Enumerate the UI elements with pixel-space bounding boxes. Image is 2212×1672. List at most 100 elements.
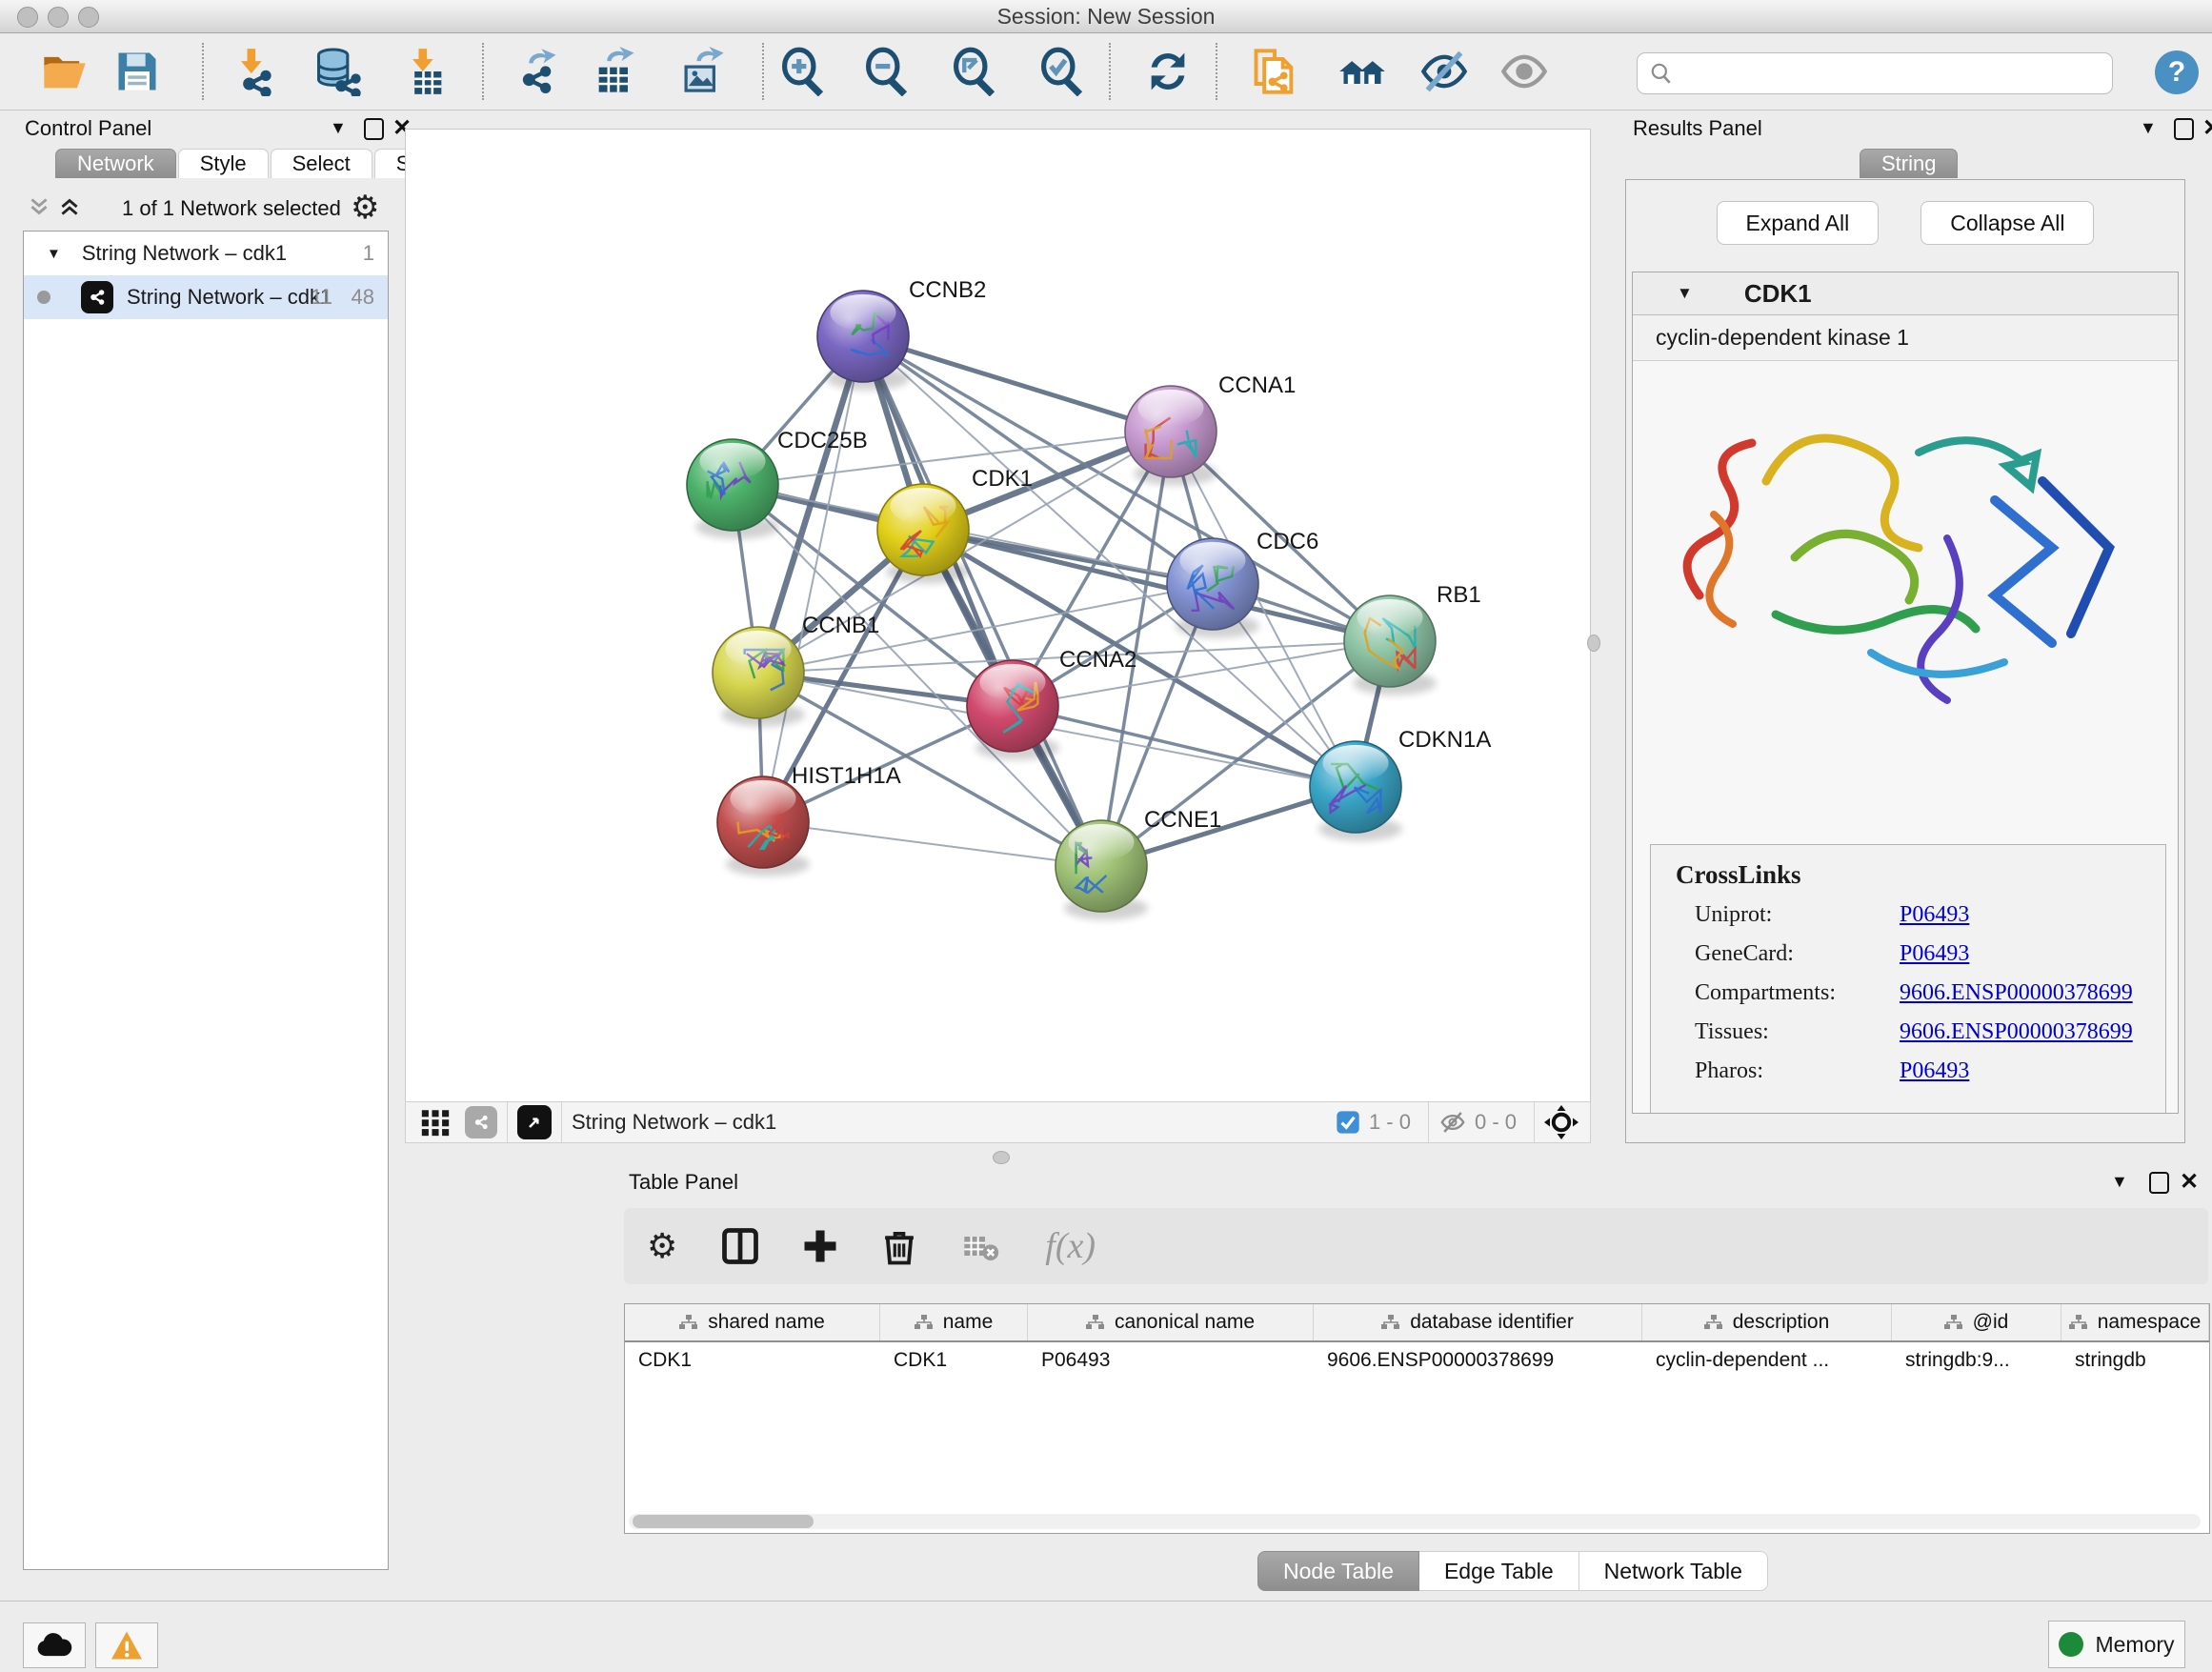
- column-header--id[interactable]: @id: [1892, 1304, 2061, 1340]
- tab-node-table[interactable]: Node Table: [1257, 1551, 1419, 1591]
- expand-all-networks-icon[interactable]: [27, 194, 51, 219]
- tab-edge-table[interactable]: Edge Table: [1419, 1551, 1579, 1591]
- hidden-eye-icon[interactable]: [1438, 1108, 1467, 1137]
- memory-button[interactable]: Memory: [2048, 1621, 2185, 1668]
- network-edge[interactable]: [863, 336, 1171, 432]
- tab-network-table[interactable]: Network Table: [1579, 1551, 1768, 1591]
- column-header-canonical-name[interactable]: canonical name: [1028, 1304, 1314, 1340]
- refresh-view-icon[interactable]: [1143, 47, 1193, 96]
- scrollbar-thumb[interactable]: [633, 1515, 814, 1528]
- network-edge[interactable]: [763, 336, 863, 822]
- table-panel-float-icon[interactable]: [2149, 1172, 2169, 1194]
- delete-column-trash-icon[interactable]: [879, 1226, 919, 1266]
- control-panel-collapse-icon[interactable]: ▼: [330, 118, 347, 138]
- node-label-cdc25b: CDC25B: [777, 428, 868, 453]
- crosslink-link[interactable]: P06493: [1900, 902, 1969, 928]
- create-column-plus-icon[interactable]: [799, 1225, 841, 1267]
- results-panel-collapse-icon[interactable]: ▼: [2140, 118, 2157, 138]
- entry-expander-icon[interactable]: ▼: [1677, 284, 1693, 303]
- table-panel-close-icon[interactable]: ✕: [2180, 1168, 2199, 1196]
- save-session-icon[interactable]: [112, 47, 162, 96]
- tab-style[interactable]: Style: [178, 149, 269, 178]
- table-options-gear-icon[interactable]: ⚙: [647, 1226, 677, 1266]
- control-panel-float-icon[interactable]: [364, 118, 384, 140]
- network-node-count: 11: [311, 285, 332, 310]
- table-header-row: shared namenamecanonical namedatabase id…: [625, 1304, 2209, 1342]
- tree-expander-icon[interactable]: ▼: [47, 246, 61, 262]
- table-panel-collapse-icon[interactable]: ▼: [2111, 1172, 2128, 1192]
- table-cell: 9606.ENSP00000378699: [1314, 1342, 1642, 1379]
- zoom-fit-icon[interactable]: [949, 47, 998, 96]
- zoom-in-icon[interactable]: [777, 47, 827, 96]
- zoom-selected-icon[interactable]: [1036, 47, 1086, 96]
- tab-string[interactable]: String: [1860, 149, 1958, 178]
- column-header-shared-name[interactable]: shared name: [625, 1304, 880, 1340]
- network-options-gear-icon[interactable]: ⚙: [351, 189, 379, 227]
- network-node-cdkn1a[interactable]: CDKN1A: [1310, 727, 1491, 841]
- network-node-cdc6[interactable]: CDC6: [1167, 529, 1318, 638]
- zoom-out-icon[interactable]: [861, 47, 911, 96]
- search-input[interactable]: [1674, 61, 2087, 86]
- import-table-file-icon[interactable]: [400, 47, 450, 96]
- selected-checkbox-icon[interactable]: [1335, 1109, 1361, 1136]
- collapse-all-button[interactable]: Collapse All: [1920, 201, 2094, 245]
- grid-view-icon[interactable]: [419, 1106, 452, 1138]
- tab-network[interactable]: Network: [55, 149, 176, 178]
- open-session-icon[interactable]: [40, 47, 90, 96]
- network-node-ccnb1[interactable]: CCNB1: [713, 613, 879, 727]
- crosslink-link[interactable]: P06493: [1900, 941, 1969, 967]
- show-selected-icon[interactable]: [1499, 47, 1549, 96]
- column-header-description[interactable]: description: [1642, 1304, 1892, 1340]
- node-details-header[interactable]: ▼ CDK1: [1633, 272, 2178, 315]
- network-canvas[interactable]: CCNB2CCNA1CDC25BCDK1CDC6RB1CCNB1CCNA2CDK…: [405, 129, 1591, 1102]
- crosslink-link[interactable]: P06493: [1900, 1058, 1969, 1084]
- column-header-namespace[interactable]: namespace: [2061, 1304, 2209, 1340]
- warning-status-button[interactable]: [95, 1622, 158, 1668]
- collapse-all-networks-icon[interactable]: [57, 194, 82, 219]
- column-header-name[interactable]: name: [880, 1304, 1028, 1340]
- export-network-icon[interactable]: [513, 47, 562, 96]
- network-badge-icon[interactable]: [465, 1106, 497, 1138]
- network-node-hist1h1a[interactable]: HIST1H1A: [717, 763, 901, 876]
- node-details-card: ▼ CDK1 cyclin-dependent kinase 1: [1632, 272, 2179, 1114]
- crosslink-link[interactable]: 9606.ENSP00000378699: [1900, 1019, 2133, 1045]
- node-label-cdk1: CDK1: [972, 466, 1033, 492]
- delete-table-icon[interactable]: [961, 1227, 999, 1265]
- network-collection-row[interactable]: ▼ String Network – cdk1 1: [24, 232, 388, 275]
- crosslink-row: Uniprot:P06493: [1651, 896, 2165, 935]
- table-horizontal-scrollbar[interactable]: [629, 1514, 2201, 1529]
- function-builder-icon[interactable]: f(x): [1045, 1225, 1096, 1267]
- help-button[interactable]: ?: [2155, 50, 2199, 94]
- network-row[interactable]: String Network – cdk1 11 48: [24, 275, 388, 319]
- column-header-database-identifier[interactable]: database identifier: [1314, 1304, 1642, 1340]
- results-panel-close-icon[interactable]: ✕: [2202, 114, 2212, 142]
- table-row[interactable]: CDK1CDK1P064939606.ENSP00000378699cyclin…: [625, 1342, 2209, 1379]
- import-network-file-icon[interactable]: [229, 47, 278, 96]
- tab-select[interactable]: Select: [271, 149, 372, 178]
- search-field[interactable]: [1637, 52, 2113, 94]
- network-node-rb1[interactable]: RB1: [1344, 582, 1481, 695]
- protein-structure-image: [1633, 367, 2179, 748]
- import-network-database-icon[interactable]: [312, 47, 362, 96]
- horizontal-splitter-handle[interactable]: [993, 1151, 1010, 1164]
- toolbar-separator: [202, 43, 204, 100]
- clone-network-icon[interactable]: [1250, 47, 1299, 96]
- results-panel-float-icon[interactable]: [2174, 118, 2194, 140]
- network-edge[interactable]: [1013, 706, 1356, 787]
- node-label-rb1: RB1: [1437, 582, 1481, 608]
- fit-selected-crosshair-icon[interactable]: [1544, 1105, 1579, 1139]
- network-node-ccnb2[interactable]: CCNB2: [817, 277, 986, 391]
- show-columns-icon[interactable]: [719, 1225, 761, 1267]
- network-edge[interactable]: [763, 822, 1101, 866]
- hide-selected-icon[interactable]: [1419, 47, 1469, 96]
- network-graph[interactable]: CCNB2CCNA1CDC25BCDK1CDC6RB1CCNB1CCNA2CDK…: [406, 130, 1590, 1101]
- cloud-status-button[interactable]: [23, 1622, 86, 1668]
- network-node-ccna1[interactable]: CCNA1: [1125, 373, 1296, 486]
- export-table-icon[interactable]: [591, 47, 640, 96]
- birdseye-view-icon[interactable]: [517, 1105, 552, 1139]
- export-image-icon[interactable]: [678, 47, 728, 96]
- network-node-cdk1[interactable]: CDK1: [877, 466, 1033, 584]
- show-all-networks-icon[interactable]: [1337, 47, 1387, 96]
- crosslink-link[interactable]: 9606.ENSP00000378699: [1900, 980, 2133, 1006]
- expand-all-button[interactable]: Expand All: [1717, 201, 1880, 245]
